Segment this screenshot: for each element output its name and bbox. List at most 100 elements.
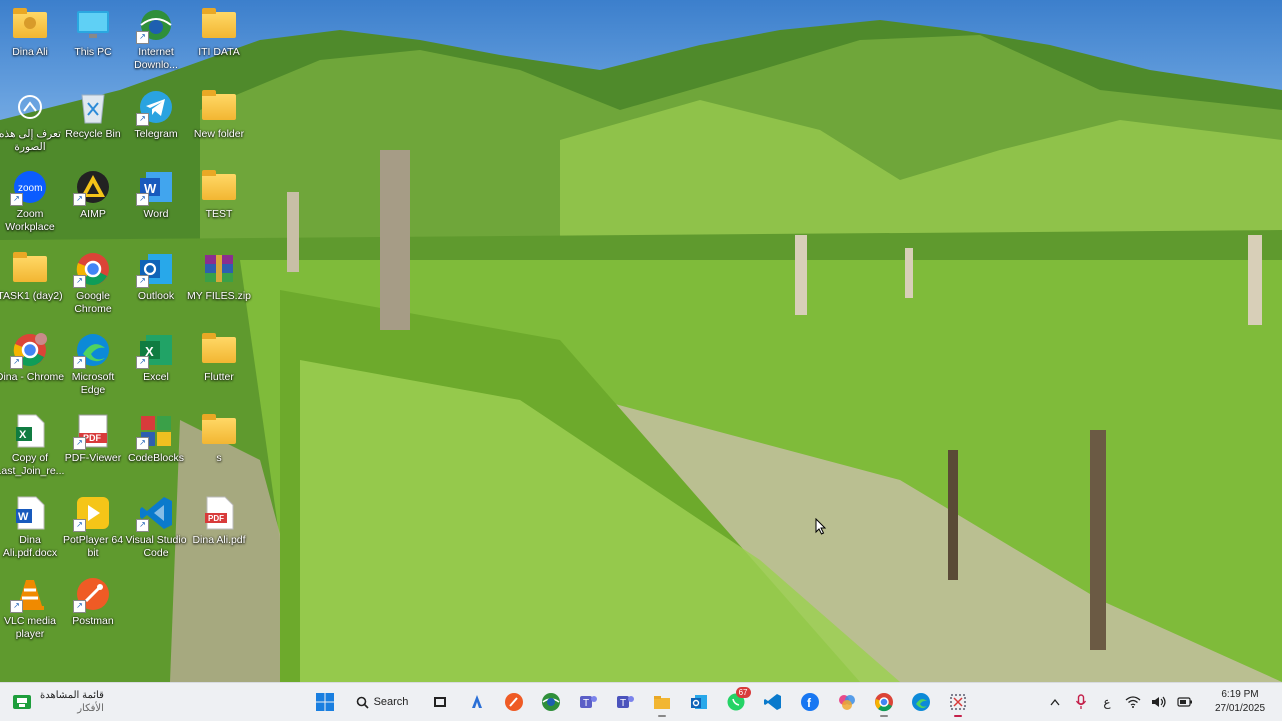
widgets-button[interactable]: قائمة المشاهدة الأفكار	[12, 688, 172, 716]
desktop-icon-label: Word	[143, 208, 169, 220]
show-hidden-icons-button[interactable]	[1042, 683, 1068, 721]
desktop-icon-label: PotPlayer 64 bit	[62, 534, 124, 559]
desktop-icon-label: Copy of Last_Join_re...	[0, 452, 65, 477]
taskbar-teams-work-button[interactable]: T	[607, 686, 643, 718]
monitor-icon	[73, 6, 113, 44]
copilot-icon	[471, 695, 482, 708]
taskbar-idm-button[interactable]	[533, 686, 569, 718]
taskbar-snipping-tool-button[interactable]	[940, 686, 976, 718]
postman-icon: ↗	[73, 575, 113, 613]
desktop-icon-copy-of-last-join-re[interactable]: X Copy of Last_Join_re...	[0, 412, 64, 478]
desktop-icon-dina-ali-pdf-docx[interactable]: W Dina Ali.pdf.docx	[0, 494, 61, 560]
user-folder-icon	[10, 6, 50, 44]
shortcut-arrow-icon: ↗	[136, 356, 149, 369]
desktop-icon-label: تعرف إلى هذه الصورة	[0, 128, 61, 153]
widgets-title: قائمة المشاهدة	[40, 690, 104, 701]
desktop-icon-test[interactable]: TEST	[188, 168, 250, 221]
battery-icon	[1177, 697, 1192, 707]
wifi-button[interactable]	[1120, 683, 1146, 721]
excel-icon: X ↗	[136, 331, 176, 369]
desktop-icon-vlc-media-player[interactable]: ↗ VLC media player	[0, 575, 61, 641]
outlook-icon	[690, 695, 707, 709]
taskbar-search[interactable]: Search	[347, 688, 417, 716]
teams-work-icon: T	[616, 696, 634, 709]
desktop-icon-iti-data[interactable]: ITI DATA	[188, 6, 250, 59]
copilot-button[interactable]	[459, 686, 495, 718]
taskbar-chrome-button[interactable]	[866, 686, 902, 718]
windows-start-icon	[315, 693, 334, 711]
desktop-icon-microsoft-edge[interactable]: ↗ Microsoft Edge	[62, 331, 124, 397]
start-button[interactable]	[307, 686, 343, 718]
desktop-icon-label: Dina Ali.pdf.docx	[2, 534, 58, 559]
desktop-icon-telegram[interactable]: ↗ Telegram	[125, 88, 187, 141]
desktop-icon-s[interactable]: s	[188, 412, 250, 465]
taskbar-edge-button[interactable]	[903, 686, 939, 718]
active-indicator	[879, 715, 888, 717]
desktop-icon-label: s	[216, 452, 222, 464]
taskbar-outlook-button[interactable]	[681, 686, 717, 718]
desktop-icon-[interactable]: تعرف إلى هذه الصورة	[0, 88, 61, 154]
desktop-icon-google-chrome[interactable]: ↗ Google Chrome	[62, 250, 124, 316]
desktop-icon-recycle-bin[interactable]: Recycle Bin	[62, 88, 124, 141]
desktop-icon-flutter[interactable]: Flutter	[188, 331, 250, 384]
mouse-cursor-icon	[815, 518, 827, 535]
task-view-icon	[433, 697, 446, 707]
taskbar-whatsapp-button[interactable]: 67	[718, 686, 754, 718]
desktop-icon-label: Google Chrome	[74, 290, 112, 315]
folder-icon	[199, 168, 239, 206]
desktop-icon-potplayer-64-bit[interactable]: ↗ PotPlayer 64 bit	[62, 494, 124, 560]
desktop-icon-excel[interactable]: X ↗ Excel	[125, 331, 187, 384]
desktop-icon-visual-studio-code[interactable]: ↗ Visual Studio Code	[125, 494, 187, 560]
desktop-icon-internet-downlo[interactable]: ↗ Internet Downlo...	[125, 6, 187, 72]
taskbar-vscode-button[interactable]	[755, 686, 791, 718]
desktop-icon-label: CodeBlocks	[127, 452, 185, 464]
taskbar-file-explorer-button[interactable]	[644, 686, 680, 718]
excel-file-icon: X	[10, 412, 50, 450]
taskbar-office-button[interactable]	[829, 686, 865, 718]
desktop-icon-postman[interactable]: ↗ Postman	[62, 575, 124, 628]
desktop-icon-label: Dina - Chrome	[0, 371, 65, 383]
microphone-icon	[1075, 694, 1087, 709]
codeblocks-icon: ↗	[136, 412, 176, 450]
shortcut-arrow-icon: ↗	[73, 600, 86, 613]
shortcut-arrow-icon: ↗	[136, 275, 149, 288]
shortcut-arrow-icon: ↗	[73, 275, 86, 288]
volume-button[interactable]	[1146, 683, 1172, 721]
desktop-icon-zoom-workplace[interactable]: zoom ↗ Zoom Workplace	[0, 168, 61, 234]
desktop-icon-word[interactable]: W ↗ Word	[125, 168, 187, 221]
desktop-icon-new-folder[interactable]: New folder	[188, 88, 250, 141]
shortcut-arrow-icon: ↗	[136, 113, 149, 126]
desktop-icon-task1-day2[interactable]: TASK1 (day2)	[0, 250, 63, 303]
svg-text:W: W	[18, 511, 29, 523]
taskbar-teams-button[interactable]: T	[570, 686, 606, 718]
taskbar-facebook-button[interactable]: f	[792, 686, 828, 718]
desktop-icon-label: MY FILES.zip	[187, 290, 251, 302]
shortcut-arrow-icon: ↗	[10, 193, 23, 206]
desktop-icon-label: VLC media player	[4, 615, 56, 640]
clock-button[interactable]: 6:19 PM 27/01/2025	[1198, 688, 1282, 716]
desktop-icon-this-pc[interactable]: This PC	[62, 6, 124, 59]
taskbar: قائمة المشاهدة الأفكار Search T T 67 f ع…	[0, 682, 1282, 721]
pdf-file-icon: PDF	[199, 494, 239, 532]
desktop-icon-codeblocks[interactable]: ↗ CodeBlocks	[125, 412, 187, 465]
desktop-icon-dina-ali-pdf[interactable]: PDF Dina Ali.pdf	[188, 494, 250, 547]
microphone-button[interactable]	[1068, 683, 1094, 721]
active-indicator	[657, 715, 666, 717]
clock-time: 6:19 PM	[1221, 689, 1259, 700]
task-view-button[interactable]	[422, 686, 458, 718]
winrar-icon	[199, 250, 239, 288]
desktop-icon-dina-chrome[interactable]: ↗ Dina - Chrome	[0, 331, 64, 384]
desktop-icon-label: Microsoft Edge	[71, 371, 115, 396]
desktop-icon-aimp[interactable]: ↗ AIMP	[62, 168, 124, 221]
idm-globe-icon: ↗	[136, 6, 176, 44]
file-explorer-icon	[653, 696, 670, 709]
desktop-icon-dina-ali[interactable]: Dina Ali	[0, 6, 61, 59]
system-tray: ع 6:19 PM 27/01/2025	[1042, 683, 1282, 721]
taskbar-postman-button[interactable]	[496, 686, 532, 718]
desktop-icon-my-files-zip[interactable]: MY FILES.zip	[187, 250, 251, 303]
desktop-icon-pdf-viewer[interactable]: PDF ↗ PDF-Viewer	[62, 412, 124, 465]
desktop-icon-label: Postman	[72, 615, 114, 627]
language-indicator[interactable]: ع	[1094, 683, 1120, 721]
battery-button[interactable]	[1172, 683, 1198, 721]
desktop-icon-outlook[interactable]: ↗ Outlook	[125, 250, 187, 303]
